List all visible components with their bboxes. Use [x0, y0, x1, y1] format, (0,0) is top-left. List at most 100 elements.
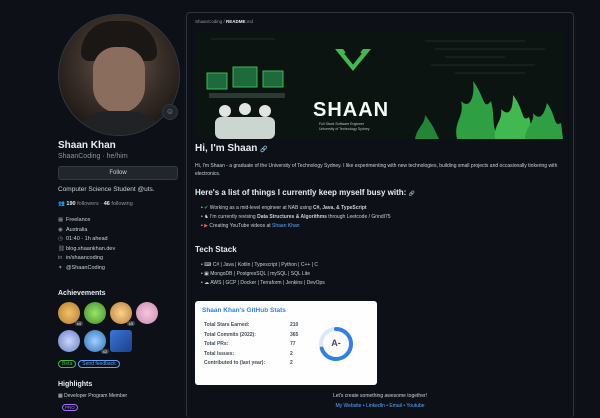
readme-links[interactable]: My Website • LinkedIn • Email • Youtube: [187, 403, 573, 409]
anchor-link-icon[interactable]: 🔗: [260, 147, 267, 153]
follow-button[interactable]: Follow: [58, 166, 178, 180]
badge-count: x2: [100, 349, 109, 354]
readme-intro: Hi, I'm Shaan - a graduate of the Univer…: [195, 163, 558, 177]
detail-website-text[interactable]: blog.shaankhan.dev: [66, 246, 115, 252]
achievements-badges: x4 x3 x2: [58, 302, 178, 358]
profile-login: ShaanCoding · he/him: [58, 153, 128, 160]
stats-row-label: Total Commits (2022):: [204, 331, 256, 338]
busy-heading: Here's a list of things I currently keep…: [195, 188, 415, 197]
pro-badge: PRO: [62, 404, 78, 411]
highlights-title: Highlights: [58, 381, 93, 388]
avatar[interactable]: [58, 14, 180, 136]
stats-row-value: 2: [290, 360, 293, 366]
list-item-bold: Data Structures & Algorithms: [257, 214, 327, 220]
detail-time-text: 01:40 - 1h ahead: [66, 236, 108, 242]
send-feedback-link[interactable]: Send feedback: [78, 360, 120, 368]
followers-summary: 👥 190 followers · 46 following: [58, 201, 133, 207]
github-stats-card: Shaan Khan's GitHub Stats Total Stars Ea…: [195, 301, 377, 385]
highlight-item-text: Developer Program Member: [64, 393, 128, 399]
following-count[interactable]: 46: [104, 201, 110, 207]
stats-row-value: 77: [290, 341, 296, 347]
tech-list: • ⌨ C# | Java | Kotlin | Typescript | Py…: [201, 262, 325, 289]
list-item-text: through Leetcode / GrindI75: [326, 214, 391, 220]
readme-path-file[interactable]: README: [226, 19, 246, 24]
readme-path[interactable]: ShaanCoding / README.md: [195, 19, 253, 24]
cloud-icon: ☁: [204, 280, 210, 286]
readme-heading: Hi, I'm Shaan 🔗: [195, 143, 268, 154]
linkedin-icon: in: [58, 255, 63, 261]
stats-row-label: Contributed to (last year):: [204, 360, 266, 366]
youtube-link[interactable]: Shaan Khan: [272, 223, 300, 229]
list-item: • ⌨ C# | Java | Kotlin | Typescript | Py…: [201, 262, 318, 268]
list-item-text: I'm currently revising: [210, 214, 258, 220]
followers-label[interactable]: followers: [77, 201, 99, 207]
stats-row-value: 210: [290, 322, 299, 328]
badge-count: x3: [126, 321, 135, 326]
achievement-badge-yolo[interactable]: [84, 302, 106, 324]
list-item: • ✔ Working as a mid-level engineer at N…: [201, 205, 367, 211]
list-item: • ▶ Creating YouTube videos at Shaan Kha…: [201, 223, 300, 229]
achievement-badge-quickdraw[interactable]: [136, 302, 158, 324]
check-icon: ✔: [204, 205, 209, 211]
link-icon: ⛓: [58, 245, 65, 252]
following-label[interactable]: following: [111, 201, 132, 207]
detail-website[interactable]: ⛓blog.shaankhan.dev: [58, 246, 115, 256]
avatar-shirt: [69, 111, 169, 135]
stats-row-label: Total Issues:: [204, 350, 235, 357]
readme-path-ext: .md: [245, 19, 254, 24]
detail-twitter-text[interactable]: @ShaanCoding: [66, 265, 105, 271]
chess-icon: ♞: [204, 214, 209, 220]
list-item-text: C# | Java | Kotlin | Typescript | Python…: [212, 262, 318, 268]
banner-subtitle-line-2: University of Technology Sydney: [319, 127, 370, 131]
achievement-badge-arctic[interactable]: x2: [84, 330, 109, 354]
rank-circle: A-: [317, 325, 355, 363]
detail-company: ▦ Freelance: [58, 217, 115, 227]
achievement-badge-shield[interactable]: [110, 330, 132, 352]
keyboard-icon: ⌨: [204, 262, 212, 268]
badge-count: x4: [74, 321, 83, 326]
stats-title: Shaan Khan's GitHub Stats: [202, 307, 286, 314]
stats-row-value: 365: [290, 331, 299, 338]
stats-row-label: Total Stars Earned:: [204, 322, 250, 328]
achievements-title: Achievements: [58, 290, 106, 297]
tech-heading: Tech Stack: [195, 245, 237, 254]
anchor-link-icon[interactable]: 🔗: [409, 191, 415, 197]
stats-rows: Total Stars Earned: 210 Total Commits (20…: [204, 322, 314, 370]
video-icon: ▶: [204, 223, 208, 229]
list-item-bold: C#, Java, & TypeScript: [313, 205, 367, 211]
detail-twitter[interactable]: ✦ @ShaanCoding: [58, 265, 115, 275]
list-item: • ☁ AWS | GCP | Docker | Terraform | Jen…: [201, 280, 325, 286]
stats-row: Total Issues: 2: [204, 351, 314, 361]
highlight-item: ▦ Developer Program Member: [58, 393, 127, 399]
achievement-badge-starstruck[interactable]: x4: [58, 302, 83, 326]
achievement-badge-pull-shark[interactable]: x3: [110, 302, 135, 326]
clock-icon: ◷: [58, 236, 63, 242]
detail-linkedin-text[interactable]: in/shaancoding: [66, 255, 103, 261]
achievements-pills: Beta Send feedback: [58, 360, 122, 368]
beta-pill: Beta: [58, 360, 77, 368]
list-item-text: Working as a mid-level engineer at NAB u…: [209, 205, 314, 211]
stats-row: Total Commits (2022): 365: [204, 332, 314, 342]
stats-row-value: 2: [290, 350, 293, 357]
banner-subtitle: Full Stack Software Engineer University o…: [319, 122, 370, 132]
achievement-badge-pair[interactable]: [58, 330, 80, 352]
busy-heading-text: Here's a list of things I currently keep…: [195, 188, 407, 197]
detail-location-text: Australia: [66, 226, 88, 233]
profile-bio: Computer Science Student @uts.: [58, 186, 155, 193]
list-item: • ♞ I'm currently revising Data Structur…: [201, 214, 391, 220]
detail-location: ◉ Australia: [58, 227, 115, 237]
readme-path-owner[interactable]: ShaanCoding /: [195, 19, 226, 24]
profile-details: ▦ Freelance ◉ Australia ◷ 01:40 - 1h ahead …: [58, 217, 115, 274]
followers-count[interactable]: 190: [66, 201, 75, 207]
stats-row: Contributed to (last year): 2: [204, 360, 314, 370]
profile-name: Shaan Khan: [58, 140, 116, 151]
people-icon: 👥: [58, 201, 65, 207]
banner-graphic: [195, 31, 563, 139]
list-item: • ▣ MongoDB | PostgresSQL | mySQL | SQL …: [201, 271, 311, 277]
detail-linkedin[interactable]: in in/shaancoding: [58, 255, 115, 265]
readme-heading-text: Hi, I'm Shaan: [195, 143, 258, 154]
status-emoji-icon[interactable]: ☺: [162, 104, 178, 120]
list-item-text: AWS | GCP | Docker | Terraform | Jenkins…: [210, 280, 325, 286]
detail-company-text: Freelance: [66, 217, 91, 223]
avatar-face: [93, 47, 145, 113]
